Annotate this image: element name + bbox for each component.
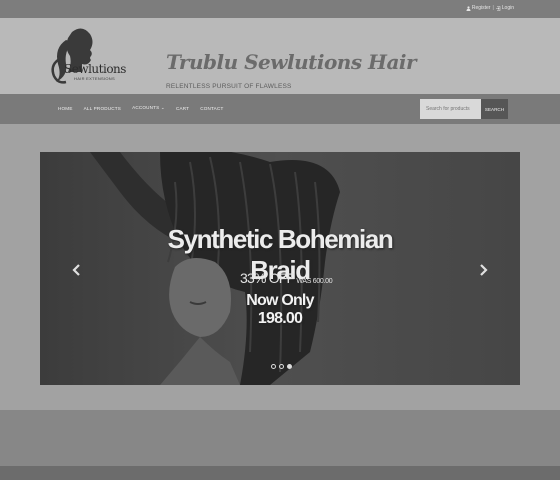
slide-now-price: Now Only 198.00 bbox=[246, 292, 314, 327]
site-tagline: RELENTLESS PURSUIT OF FLAWLESS bbox=[166, 83, 292, 90]
search-input[interactable] bbox=[420, 99, 481, 119]
chevron-left-icon bbox=[72, 264, 80, 276]
link-separator: | bbox=[492, 5, 494, 11]
register-link[interactable]: Register bbox=[466, 5, 491, 11]
nav-item-contact[interactable]: CONTACT bbox=[200, 105, 223, 111]
slide-discount: 33% OFF bbox=[240, 270, 295, 286]
chevron-right-icon bbox=[480, 264, 488, 276]
nav-item-accounts[interactable]: ACCOUNTS ⌄ bbox=[132, 105, 165, 111]
content-band bbox=[0, 410, 560, 466]
hero-slider: Synthetic Bohemian Braid 33% OFF WAS 600… bbox=[40, 152, 520, 385]
login-label: Login bbox=[501, 5, 514, 11]
nav-item-home[interactable]: HOME bbox=[58, 105, 73, 111]
slide-was-price: WAS 600.00 bbox=[296, 278, 333, 285]
slider-dot[interactable] bbox=[287, 364, 292, 369]
slider-prev-button[interactable] bbox=[71, 263, 83, 277]
logo-text: Sewlutions bbox=[64, 62, 126, 76]
slider-dot[interactable] bbox=[279, 364, 284, 369]
site-title[interactable]: Trublu Sewlutions Hair bbox=[166, 50, 417, 74]
site-header: Sewlutions HAIR EXTENSIONS Trublu Sewlut… bbox=[0, 18, 560, 94]
account-links: Register | Login bbox=[466, 5, 514, 11]
slide-offer: 33% OFF WAS 600.00 bbox=[240, 270, 333, 286]
slider-dot[interactable] bbox=[271, 364, 276, 369]
register-label: Register bbox=[471, 5, 491, 11]
slider-pagination bbox=[271, 364, 292, 369]
footer-bar bbox=[0, 466, 560, 480]
login-icon bbox=[495, 5, 501, 11]
nav-item-all-products[interactable]: ALL PRODUCTS bbox=[84, 105, 121, 111]
login-link[interactable]: Login bbox=[495, 5, 514, 11]
logo-subtext: HAIR EXTENSIONS bbox=[74, 76, 115, 81]
nav-menu: HOME ALL PRODUCTS ACCOUNTS ⌄ CART CONTAC… bbox=[58, 105, 223, 111]
top-bar: Register | Login bbox=[0, 0, 560, 18]
nav-item-cart[interactable]: CART bbox=[176, 105, 189, 111]
slider-next-button[interactable] bbox=[477, 263, 489, 277]
search-button[interactable]: SEARCH bbox=[481, 99, 508, 119]
user-icon bbox=[466, 5, 471, 11]
